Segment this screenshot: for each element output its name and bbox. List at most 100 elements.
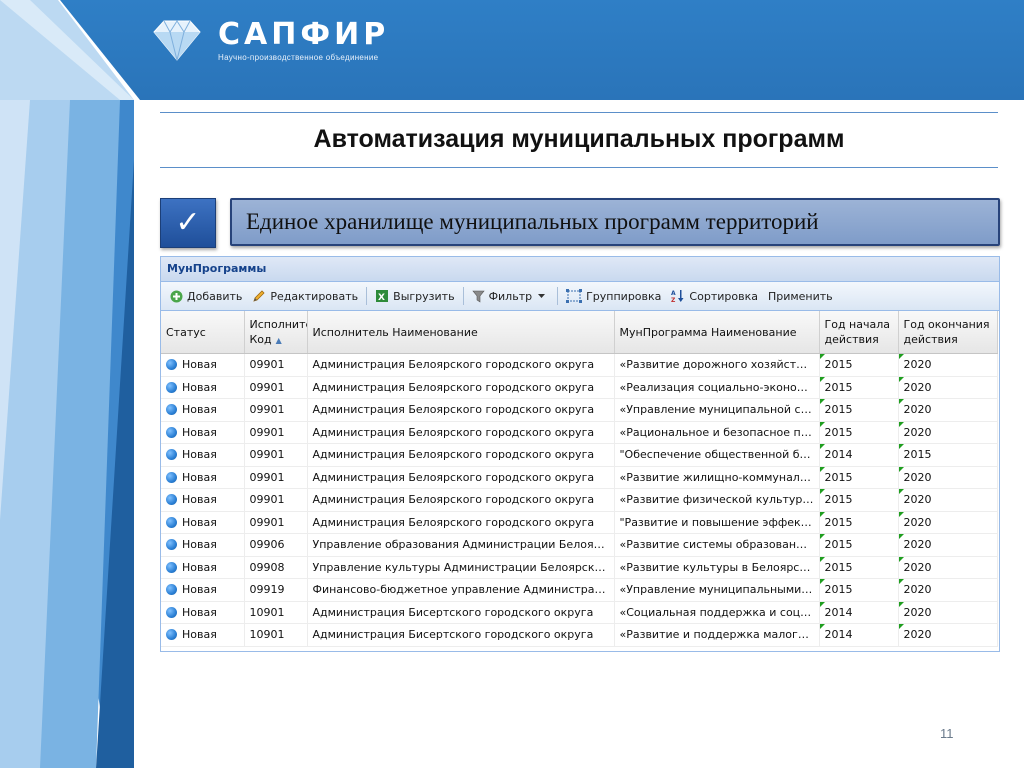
start-year-cell[interactable]: 2015 <box>819 421 899 444</box>
program-cell[interactable]: «Социальная поддержка и социа... <box>614 601 820 624</box>
end-year-cell[interactable]: 2020 <box>898 511 998 534</box>
program-cell[interactable]: «Управление муниципальной собс... <box>614 398 820 422</box>
column-header-code[interactable]: Исполните Код ▲ <box>244 311 308 354</box>
executor-cell[interactable]: Администрация Белоярского городского окр… <box>307 488 615 512</box>
end-year-cell[interactable]: 2020 <box>898 578 998 602</box>
code-cell[interactable]: 09901 <box>244 511 308 534</box>
executor-cell[interactable]: Управление образования Администрации Бел… <box>307 533 615 557</box>
start-year-cell[interactable]: 2014 <box>819 443 899 467</box>
end-year-cell[interactable]: 2020 <box>898 376 998 399</box>
executor-cell[interactable]: Администрация Бисертского городского окр… <box>307 601 615 624</box>
status-cell[interactable]: Новая <box>161 488 245 512</box>
apply-button[interactable]: Применить <box>763 285 838 307</box>
table-row[interactable]: Новая 09901 Администрация Белоярского горо… <box>161 421 998 444</box>
start-year-cell[interactable]: 2015 <box>819 511 899 534</box>
code-cell[interactable]: 09901 <box>244 398 308 422</box>
program-cell[interactable]: «Реализация социально-экономич... <box>614 376 820 399</box>
status-cell[interactable]: Новая <box>161 376 245 399</box>
table-row[interactable]: Новая 09901 Администрация Белоярского горо… <box>161 466 998 489</box>
executor-cell[interactable]: Администрация Белоярского городского окр… <box>307 511 615 534</box>
table-row[interactable]: Новая 09908 Управление культуры Администра… <box>161 556 998 579</box>
table-row[interactable]: Новая 09901 Администрация Белоярского горо… <box>161 488 998 512</box>
start-year-cell[interactable]: 2015 <box>819 488 899 512</box>
code-cell[interactable]: 09908 <box>244 556 308 579</box>
start-year-cell[interactable]: 2015 <box>819 376 899 399</box>
table-row[interactable]: Новая 09901 Администрация Белоярского горо… <box>161 353 998 377</box>
program-cell[interactable]: «Развитие культуры в Белоярско... <box>614 556 820 579</box>
status-cell[interactable]: Новая <box>161 533 245 557</box>
end-year-cell[interactable]: 2020 <box>898 556 998 579</box>
edit-button[interactable]: Редактировать <box>247 285 363 307</box>
executor-cell[interactable]: Администрация Белоярского городского окр… <box>307 466 615 489</box>
code-cell[interactable]: 09919 <box>244 578 308 602</box>
code-cell[interactable]: 10901 <box>244 601 308 624</box>
table-row[interactable]: Новая 09901 Администрация Белоярского горо… <box>161 376 998 399</box>
end-year-cell[interactable]: 2015 <box>898 443 998 467</box>
executor-cell[interactable]: Администрация Белоярского городского окр… <box>307 398 615 422</box>
end-year-cell[interactable]: 2020 <box>898 353 998 377</box>
column-header-status[interactable]: Статус <box>161 311 245 354</box>
code-cell[interactable]: 09906 <box>244 533 308 557</box>
table-row[interactable]: Новая 09901 Администрация Белоярского горо… <box>161 398 998 422</box>
start-year-cell[interactable]: 2015 <box>819 398 899 422</box>
sort-button[interactable]: AZ Сортировка <box>666 285 763 307</box>
column-header-start-year[interactable]: Год начала действия <box>819 311 899 354</box>
end-year-cell[interactable]: 2020 <box>898 533 998 557</box>
code-cell[interactable]: 09901 <box>244 466 308 489</box>
status-cell[interactable]: Новая <box>161 421 245 444</box>
table-row[interactable]: Новая 09906 Управление образования Админис… <box>161 533 998 557</box>
status-cell[interactable]: Новая <box>161 443 245 467</box>
export-button[interactable]: X Выгрузить <box>370 285 459 307</box>
group-button[interactable]: Группировка <box>561 285 666 307</box>
executor-cell[interactable]: Финансово-бюджетное управление Администр… <box>307 578 615 602</box>
start-year-cell[interactable]: 2014 <box>819 601 899 624</box>
executor-cell[interactable]: Администрация Белоярского городского окр… <box>307 376 615 399</box>
program-cell[interactable]: «Управление муниципальными фи... <box>614 578 820 602</box>
code-cell[interactable]: 09901 <box>244 353 308 377</box>
executor-cell[interactable]: Администрация Бисертского городского окр… <box>307 623 615 647</box>
code-cell[interactable]: 10901 <box>244 623 308 647</box>
executor-cell[interactable]: Администрация Белоярского городского окр… <box>307 443 615 467</box>
table-row[interactable]: Новая 09919 Финансово-бюджетное управление… <box>161 578 998 602</box>
program-cell[interactable]: «Развитие системы образования ... <box>614 533 820 557</box>
program-cell[interactable]: "Развитие и повышение эффекти... <box>614 511 820 534</box>
code-cell[interactable]: 09901 <box>244 421 308 444</box>
status-cell[interactable]: Новая <box>161 623 245 647</box>
program-cell[interactable]: «Развитие и поддержка малого и ... <box>614 623 820 647</box>
code-cell[interactable]: 09901 <box>244 443 308 467</box>
table-row[interactable]: Новая 10901 Администрация Бисертского горо… <box>161 623 998 647</box>
table-row[interactable]: Новая 10901 Администрация Бисертского горо… <box>161 601 998 624</box>
status-cell[interactable]: Новая <box>161 353 245 377</box>
status-cell[interactable]: Новая <box>161 511 245 534</box>
program-cell[interactable]: "Обеспечение общественной без... <box>614 443 820 467</box>
table-row[interactable]: Новая 09901 Администрация Белоярского горо… <box>161 511 998 534</box>
column-header-end-year[interactable]: Год окончания действия <box>898 311 998 354</box>
filter-button[interactable]: Фильтр <box>467 285 555 307</box>
program-cell[interactable]: «Развитие физической культуры,... <box>614 488 820 512</box>
end-year-cell[interactable]: 2020 <box>898 623 998 647</box>
status-cell[interactable]: Новая <box>161 556 245 579</box>
executor-cell[interactable]: Администрация Белоярского городского окр… <box>307 421 615 444</box>
table-row[interactable]: Новая 09901 Администрация Белоярского горо… <box>161 443 998 467</box>
program-cell[interactable]: «Рациональное и безопасное при... <box>614 421 820 444</box>
program-cell[interactable]: «Развитие жилищно-коммунально... <box>614 466 820 489</box>
end-year-cell[interactable]: 2020 <box>898 398 998 422</box>
start-year-cell[interactable]: 2015 <box>819 578 899 602</box>
start-year-cell[interactable]: 2015 <box>819 533 899 557</box>
column-header-executor[interactable]: Исполнитель Наименование <box>307 311 615 354</box>
code-cell[interactable]: 09901 <box>244 376 308 399</box>
status-cell[interactable]: Новая <box>161 601 245 624</box>
code-cell[interactable]: 09901 <box>244 488 308 512</box>
start-year-cell[interactable]: 2015 <box>819 353 899 377</box>
end-year-cell[interactable]: 2020 <box>898 601 998 624</box>
executor-cell[interactable]: Администрация Белоярского городского окр… <box>307 353 615 377</box>
program-cell[interactable]: «Развитие дорожного хозяйства ... <box>614 353 820 377</box>
start-year-cell[interactable]: 2015 <box>819 556 899 579</box>
status-cell[interactable]: Новая <box>161 398 245 422</box>
start-year-cell[interactable]: 2014 <box>819 623 899 647</box>
status-cell[interactable]: Новая <box>161 466 245 489</box>
column-header-program[interactable]: МунПрограмма Наименование <box>614 311 820 354</box>
add-button[interactable]: Добавить <box>165 285 247 307</box>
end-year-cell[interactable]: 2020 <box>898 466 998 489</box>
executor-cell[interactable]: Управление культуры Администрации Белояр… <box>307 556 615 579</box>
